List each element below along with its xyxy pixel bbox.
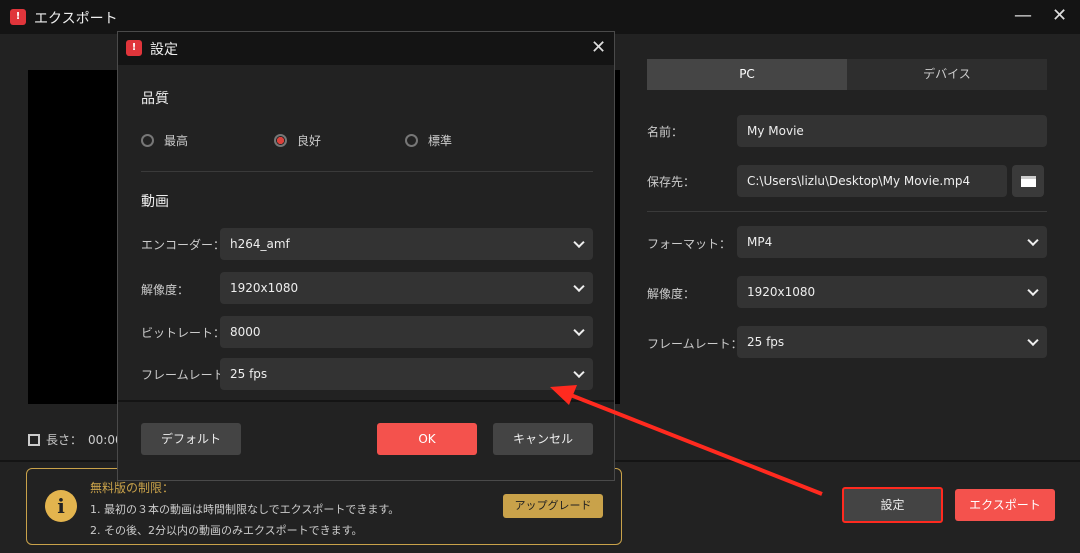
annotation-arrow [550, 385, 823, 496]
arrow-shaft [567, 392, 823, 496]
arrow-head [550, 385, 577, 405]
